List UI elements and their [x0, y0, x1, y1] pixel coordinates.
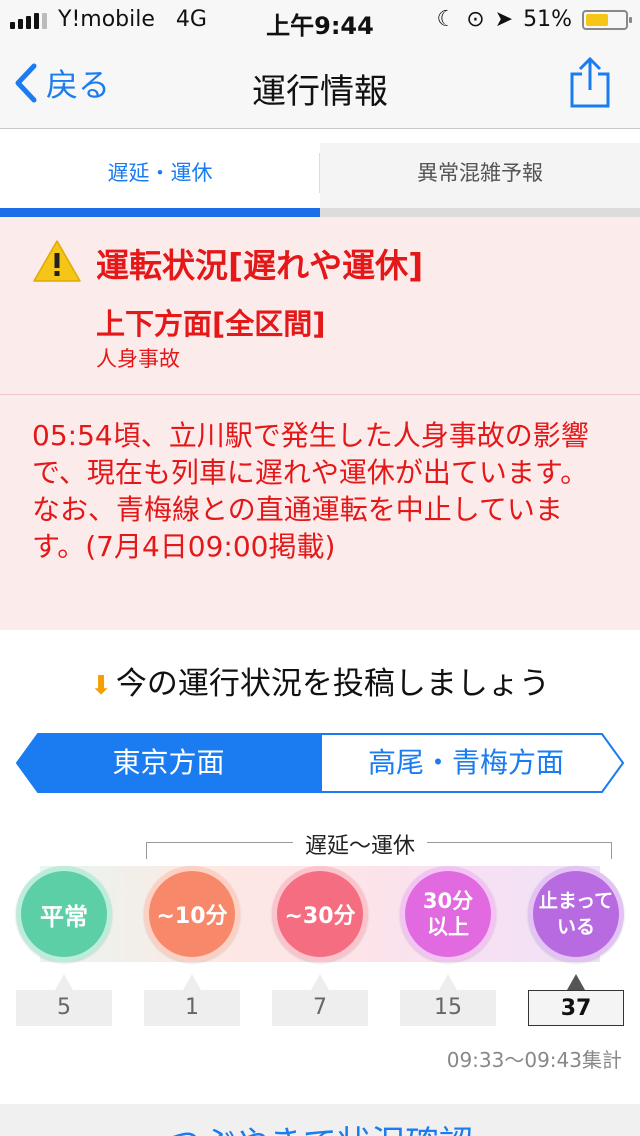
alert-title: 運転状況[遅れや運休] [96, 246, 424, 285]
status-bar: Y!mobile 4G 上午9:44 ☾ ⊙ ➤ 51% [0, 0, 640, 40]
count-pointer [55, 974, 73, 990]
status-button-normal[interactable]: 平常 [16, 866, 112, 962]
tab-divider [319, 153, 320, 193]
navigation-bar: 戻る 運行情報 [0, 40, 640, 129]
direction-takao-ome[interactable]: 高尾・青梅方面 [321, 733, 611, 793]
tab-active-indicator [0, 208, 320, 217]
status-button-over-30min[interactable]: 30分 以上 [400, 866, 496, 962]
status-button-stopped[interactable]: 止まって いる [528, 866, 624, 962]
status-right: ☾ ⊙ ➤ 51% [436, 7, 632, 32]
count-over-30min: 15 [400, 990, 496, 1026]
alert-direction: 上下方面[全区間] [96, 307, 326, 341]
alert-header: 運転状況[遅れや運休] 上下方面[全区間] 人身事故 [0, 217, 640, 395]
tally-period: 09:33〜09:43集計 [446, 1048, 622, 1072]
direction-tokyo[interactable]: 東京方面 [16, 733, 321, 793]
service-alert: 運転状況[遅れや運休] 上下方面[全区間] 人身事故 05:54頃、立川駅で発生… [0, 217, 640, 630]
direction-selector: 東京方面 高尾・青梅方面 [16, 733, 624, 793]
tab-inactive-indicator [320, 208, 640, 217]
tab-bar: 遅延・運休 異常混雑予報 [0, 143, 640, 217]
moon-icon: ☾ [436, 7, 457, 32]
status-button-30min[interactable]: ~30分 [272, 866, 368, 962]
tweets-section: つぶやきで状況確認 [0, 1104, 640, 1136]
alert-message: 05:54頃、立川駅で発生した人身事故の影響で、現在も列車に遅れや運休が出ていま… [32, 419, 589, 563]
count-stopped: 37 [528, 990, 624, 1026]
tab-delay[interactable]: 遅延・運休 [0, 143, 320, 217]
battery-icon [582, 9, 632, 30]
count-30min: 7 [272, 990, 368, 1026]
orientation-lock-icon: ⊙ [466, 7, 485, 32]
share-icon [570, 56, 610, 108]
share-button[interactable] [568, 56, 612, 114]
location-arrow-icon: ➤ [494, 7, 514, 32]
count-normal: 5 [16, 990, 112, 1026]
status-button-10min[interactable]: ~10分 [144, 866, 240, 962]
count-10min: 1 [144, 990, 240, 1026]
tab-congestion-forecast[interactable]: 異常混雑予報 [320, 143, 640, 217]
count-pointer [439, 974, 457, 990]
battery-percent: 51% [523, 7, 572, 32]
tweets-link[interactable]: つぶやきで状況確認 [0, 1116, 640, 1136]
page-title: 運行情報 [252, 72, 388, 112]
count-pointer [311, 974, 329, 990]
arrow-down-icon: ⬇ [90, 671, 112, 701]
post-prompt: ⬇ 今の運行状況を投稿しましょう [90, 666, 550, 702]
count-pointer [183, 974, 201, 990]
delay-range-label: 遅延〜運休 [0, 828, 640, 860]
warning-icon [33, 240, 81, 282]
count-pointer-active [567, 974, 585, 990]
alert-cause: 人身事故 [96, 347, 180, 371]
